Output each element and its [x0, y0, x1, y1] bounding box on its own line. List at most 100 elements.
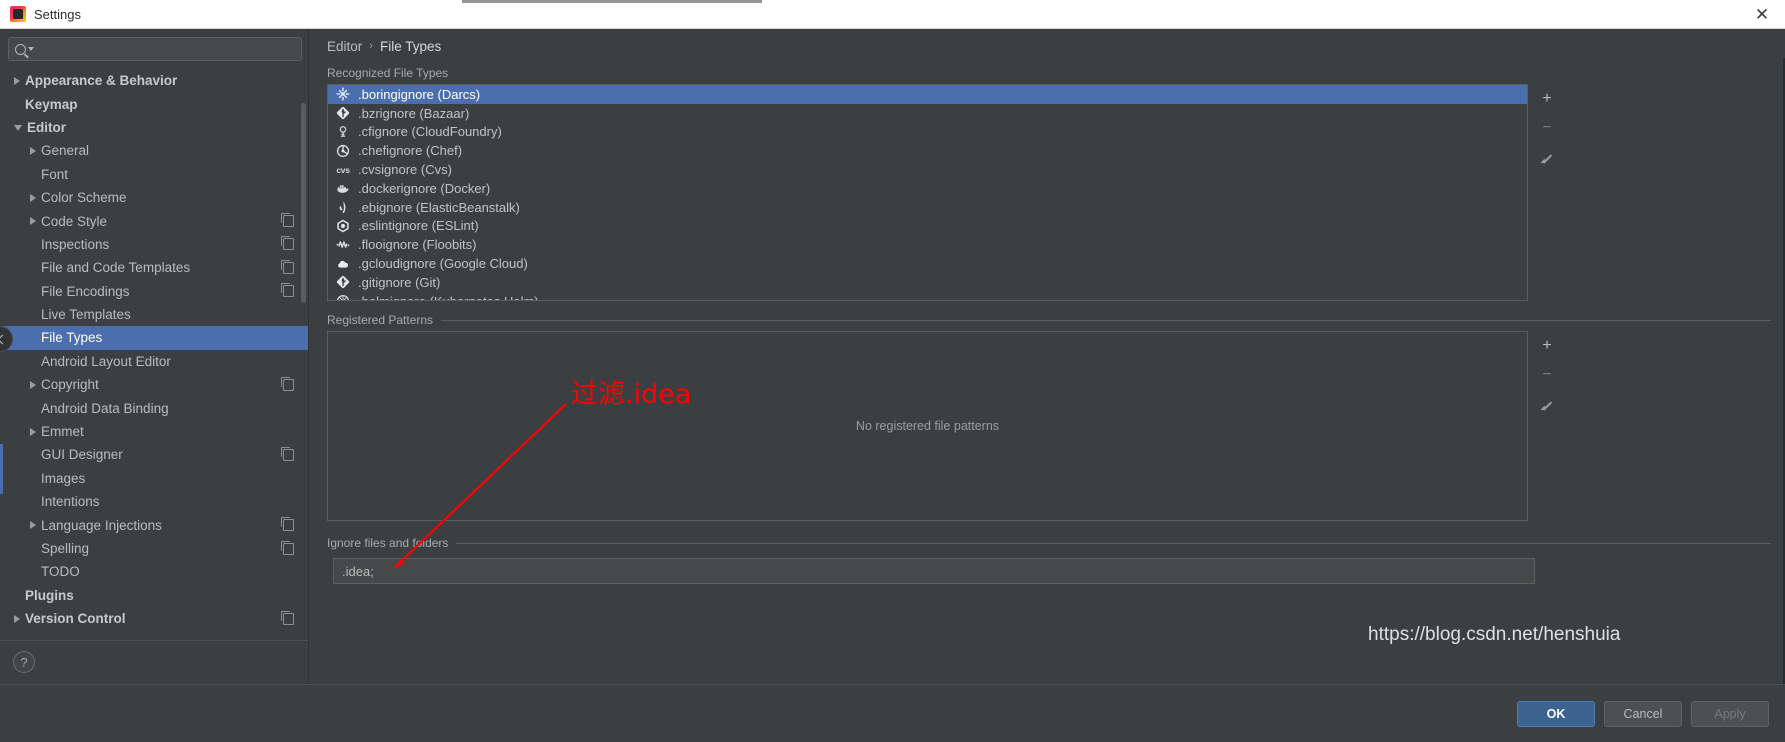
sidebar-item-images[interactable]: Images — [0, 467, 308, 490]
sidebar-item-code-style[interactable]: Code Style — [0, 209, 308, 232]
sidebar-item-label: General — [41, 143, 90, 159]
remove-file-type-button[interactable]: − — [1536, 117, 1558, 139]
chevron-right-icon[interactable] — [14, 76, 20, 85]
sidebar-item-version-control[interactable]: Version Control — [0, 607, 308, 630]
sidebar-item-label: Inspections — [41, 236, 110, 252]
sidebar-item-general[interactable]: General — [0, 139, 308, 162]
titlebar-artifact — [462, 0, 762, 3]
edit-pattern-button[interactable] — [1536, 393, 1558, 415]
chevron-right-icon[interactable] — [30, 521, 36, 530]
breadcrumb-separator-icon: › — [369, 40, 373, 52]
close-icon[interactable]: ✕ — [1739, 0, 1785, 28]
sidebar-item-android-layout-editor[interactable]: Android Layout Editor — [0, 350, 308, 373]
breadcrumb-current: File Types — [379, 38, 442, 54]
cvs-icon: cvs — [336, 164, 350, 175]
remove-pattern-button[interactable]: − — [1536, 364, 1558, 386]
copy-settings-icon[interactable] — [281, 610, 294, 625]
sidebar-item-spelling[interactable]: Spelling — [0, 537, 308, 560]
file-type-row[interactable]: .eslintignore (ESLint) — [328, 217, 1527, 236]
chevron-right-icon[interactable] — [30, 217, 36, 226]
window-titlebar: Settings ✕ — [0, 0, 1785, 29]
search-box[interactable] — [8, 37, 302, 61]
file-type-row[interactable]: .boringignore (Darcs) — [328, 85, 1527, 104]
file-type-row[interactable]: .cfignore (CloudFoundry) — [328, 123, 1527, 142]
sidebar-item-intentions[interactable]: Intentions — [0, 490, 308, 513]
chevron-right-icon[interactable] — [30, 427, 36, 436]
settings-tree[interactable]: Appearance & Behavior Keymap Editor General… — [0, 67, 308, 684]
sidebar-item-label: Plugins — [25, 587, 74, 603]
annotation-note: 过滤.idea — [571, 379, 692, 410]
recognized-file-types-list[interactable]: .boringignore (Darcs) .bzrignore (Bazaar)… — [327, 84, 1528, 301]
file-type-row[interactable]: cvs .cvsignore (Cvs) — [328, 160, 1527, 179]
sidebar-item-label: Live Templates — [41, 307, 131, 323]
copy-settings-icon[interactable] — [281, 236, 294, 251]
sidebar-item-gui-designer[interactable]: GUI Designer — [0, 443, 308, 466]
sidebar-item-label: Color Scheme — [41, 190, 127, 206]
sidebar-item-font[interactable]: Font — [0, 163, 308, 186]
cancel-button[interactable]: Cancel — [1604, 700, 1682, 727]
sidebar-item-android-data-binding[interactable]: Android Data Binding — [0, 396, 308, 419]
file-type-row[interactable]: .gitignore (Git) — [328, 273, 1527, 292]
sidebar-item-keymap[interactable]: Keymap — [0, 92, 308, 115]
intellij-idea-icon — [10, 6, 26, 22]
copy-settings-icon[interactable] — [281, 540, 294, 555]
file-type-row[interactable]: .bzrignore (Bazaar) — [328, 104, 1527, 123]
edit-file-type-button[interactable] — [1536, 146, 1558, 168]
chevron-left-icon — [0, 334, 7, 344]
file-type-row[interactable]: .dockerignore (Docker) — [328, 179, 1527, 198]
chef-icon — [335, 143, 351, 159]
copy-settings-icon[interactable] — [281, 283, 294, 298]
help-button[interactable]: ? — [13, 651, 35, 673]
apply-button[interactable]: Apply — [1691, 700, 1769, 727]
registered-patterns-list[interactable]: No registered file patterns — [327, 331, 1528, 521]
file-type-name: .cvsignore (Cvs) — [358, 162, 452, 178]
chevron-right-icon[interactable] — [30, 193, 36, 202]
sidebar-item-label: GUI Designer — [41, 447, 123, 463]
file-type-row[interactable]: .gcloudignore (Google Cloud) — [328, 254, 1527, 273]
sidebar-item-language-injections[interactable]: Language Injections — [0, 513, 308, 536]
file-type-row[interactable]: .flooignore (Floobits) — [328, 235, 1527, 254]
file-type-row[interactable]: .helmignore (Kubernetes Helm) — [328, 292, 1527, 300]
ok-button[interactable]: OK — [1517, 700, 1595, 727]
ignore-files-input[interactable] — [333, 558, 1535, 584]
file-type-row[interactable]: .ebignore (ElasticBeanstalk) — [328, 198, 1527, 217]
chevron-down-icon[interactable] — [28, 47, 34, 51]
sidebar-item-plugins[interactable]: Plugins — [0, 584, 308, 607]
sidebar-item-emmet[interactable]: Emmet — [0, 420, 308, 443]
file-type-row[interactable]: .chefignore (Chef) — [328, 141, 1527, 160]
floobits-icon — [335, 237, 351, 253]
sidebar-item-label: Font — [41, 166, 69, 182]
sidebar-item-file-encodings[interactable]: File Encodings — [0, 280, 308, 303]
sidebar-item-file-types[interactable]: File Types — [0, 326, 308, 350]
copy-settings-icon[interactable] — [281, 259, 294, 274]
sidebar-item-label: TODO — [41, 564, 80, 580]
copy-settings-icon[interactable] — [281, 213, 294, 228]
chevron-right-icon[interactable] — [30, 380, 36, 389]
sidebar-item-todo[interactable]: TODO — [0, 560, 308, 583]
sidebar-item-editor[interactable]: Editor — [0, 116, 308, 139]
sidebar-item-file-and-code-templates[interactable]: File and Code Templates — [0, 256, 308, 279]
registered-patterns-label: Registered Patterns — [327, 313, 434, 327]
sidebar-item-live-templates[interactable]: Live Templates — [0, 303, 308, 326]
add-pattern-button[interactable]: + — [1536, 335, 1558, 357]
copy-settings-icon[interactable] — [281, 517, 294, 532]
sidebar-item-appearance-behavior[interactable]: Appearance & Behavior — [0, 69, 308, 92]
registered-patterns-empty-text: No registered file patterns — [855, 419, 1000, 433]
chevron-down-icon[interactable] — [14, 125, 22, 132]
sidebar-item-copyright[interactable]: Copyright — [0, 373, 308, 396]
copy-settings-icon[interactable] — [281, 446, 294, 461]
file-type-name: .bzrignore (Bazaar) — [358, 105, 470, 121]
dialog-body: Appearance & Behavior Keymap Editor General… — [0, 29, 1785, 684]
pencil-icon — [1541, 151, 1553, 163]
chevron-right-icon[interactable] — [14, 614, 20, 623]
chevron-right-icon[interactable] — [30, 146, 36, 155]
copy-settings-icon[interactable] — [281, 376, 294, 391]
sidebar-search-wrap — [0, 29, 308, 67]
sidebar-item-label: File Types — [41, 330, 103, 346]
search-input[interactable] — [39, 42, 295, 56]
add-file-type-button[interactable]: + — [1536, 88, 1558, 110]
sidebar-item-color-scheme[interactable]: Color Scheme — [0, 186, 308, 209]
sidebar-item-inspections[interactable]: Inspections — [0, 233, 308, 256]
sidebar-item-label: Code Style — [41, 213, 108, 229]
breadcrumb-parent[interactable]: Editor — [327, 39, 362, 54]
